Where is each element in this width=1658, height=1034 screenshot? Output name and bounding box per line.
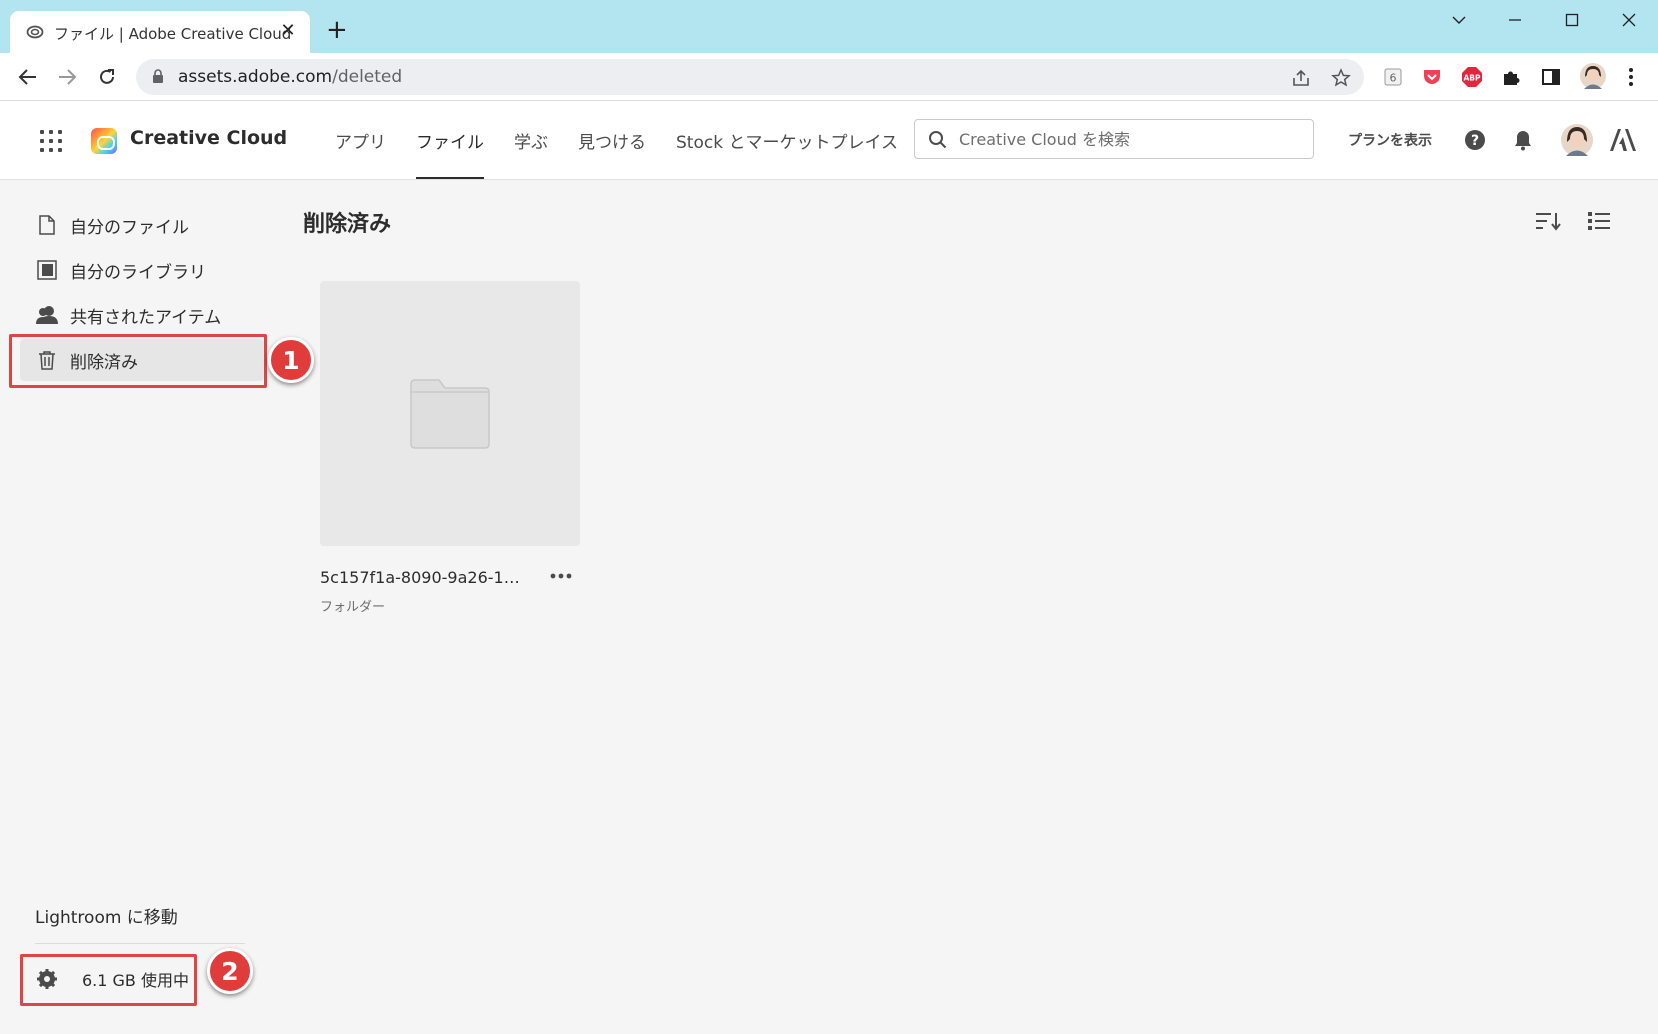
page-title: 削除済み [303,212,392,237]
forward-arrow-icon[interactable] [53,63,81,91]
lightroom-link[interactable]: Lightroom に移動 [35,903,178,928]
creative-cloud-logo[interactable] [91,128,117,154]
browser-tab[interactable]: ファイル | Adobe Creative Cloud ✕ [10,11,310,53]
user-avatar[interactable] [1560,123,1594,157]
callout-badge-1: 1 [268,337,314,383]
top-navigation: アプリ ファイル 学ぶ 見つける Stock とマーケットプレイス [320,101,913,179]
sidebar-item-shared[interactable]: 共有されたアイテム [20,294,264,336]
sidebar-divider [35,943,245,944]
browser-toolbar: assets.adobe.com/deleted 6 ABP [0,53,1658,101]
nav-discover[interactable]: 見つける [563,101,661,179]
window-close-icon[interactable] [1614,8,1644,32]
share-icon[interactable] [1290,67,1312,89]
search-icon [929,131,947,149]
browser-menu-icon[interactable] [1620,66,1642,88]
file-icon [36,214,58,236]
callout-highlight-1 [9,334,267,388]
folder-icon [410,378,490,449]
tab-search-chevron-icon[interactable] [1444,8,1474,32]
sort-icon[interactable] [1534,207,1562,235]
profile-avatar[interactable] [1580,63,1606,89]
address-bar[interactable]: assets.adobe.com/deleted [136,59,1364,95]
adobe-logo-icon[interactable] [1609,127,1637,153]
extension-six-icon[interactable]: 6 [1382,66,1404,88]
back-arrow-icon[interactable] [14,63,42,91]
sidebar-item-my-files[interactable]: 自分のファイル [20,204,264,246]
app-header: Creative Cloud アプリ ファイル 学ぶ 見つける Stock とマ… [0,101,1658,180]
url-text: assets.adobe.com/deleted [178,67,403,87]
sidebar-item-my-libraries[interactable]: 自分のライブラリ [20,249,264,291]
folder-card[interactable]: 5c157f1a-8090-9a26-169… フォルダー [320,281,580,615]
lock-icon [153,69,163,83]
maximize-icon[interactable] [1557,8,1587,32]
sidebar-item-label: 共有されたアイテム [70,307,222,328]
brand-name[interactable]: Creative Cloud [130,127,287,149]
notification-bell-icon[interactable] [1510,127,1536,153]
callout-highlight-2 [20,954,197,1006]
help-icon[interactable]: ? [1462,127,1488,153]
svg-text:6: 6 [1390,72,1397,85]
view-plans-link[interactable]: プランを表示 [1348,130,1432,150]
tab-close-icon[interactable]: ✕ [278,20,298,41]
nav-files[interactable]: ファイル [401,101,499,179]
nav-apps[interactable]: アプリ [320,101,401,179]
nav-learn[interactable]: 学ぶ [499,101,563,179]
bookmark-star-icon[interactable] [1330,67,1352,89]
adblock-plus-icon[interactable]: ABP [1461,66,1483,88]
search-box[interactable] [914,119,1314,159]
pocket-icon[interactable] [1421,66,1443,88]
list-view-icon[interactable] [1585,207,1613,235]
library-icon [36,259,58,281]
tab-title: ファイル | Adobe Creative Cloud [54,25,292,43]
people-icon [36,304,58,326]
side-panel-icon[interactable] [1540,66,1562,88]
search-input[interactable] [959,126,1299,152]
more-options-icon[interactable] [546,564,576,588]
svg-text:?: ? [1471,133,1479,149]
new-tab-plus-icon[interactable]: + [326,17,348,43]
reload-icon[interactable] [93,63,121,91]
app-switcher-grid-icon[interactable] [40,130,62,152]
sidebar-item-label: 自分のファイル [70,217,189,238]
minimize-icon[interactable] [1500,8,1530,32]
creative-cloud-favicon-icon [26,25,44,39]
folder-name[interactable]: 5c157f1a-8090-9a26-169… [320,568,525,587]
browser-tabstrip: ファイル | Adobe Creative Cloud ✕ + [0,0,1658,53]
folder-thumbnail[interactable] [320,281,580,546]
extensions-puzzle-icon[interactable] [1500,66,1522,88]
svg-text:ABP: ABP [1463,74,1481,83]
folder-type-label: フォルダー [320,600,386,615]
nav-stock-marketplace[interactable]: Stock とマーケットプレイス [661,101,913,179]
callout-badge-2: 2 [207,948,253,994]
sidebar-item-label: 自分のライブラリ [70,262,206,283]
